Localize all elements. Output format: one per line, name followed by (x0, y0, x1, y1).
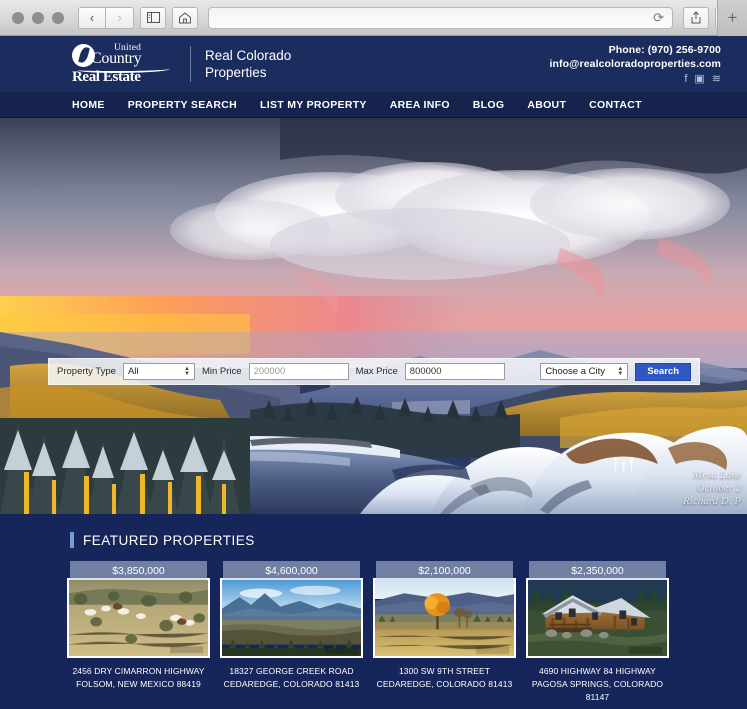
browser-toolbar: ‹ › ⟳ + (0, 0, 747, 36)
sidebar-icon (146, 12, 160, 23)
forward-icon: › (117, 10, 122, 25)
property-type-select[interactable]: All ▲ ▼ (122, 363, 195, 380)
min-price-label: Min Price (201, 366, 242, 377)
back-icon: ‹ (89, 10, 95, 25)
max-price-label: Max Price (355, 366, 398, 377)
featured-properties-heading: FEATURED PROPERTIES (0, 532, 747, 548)
watermark-line2: October 2 (696, 482, 741, 494)
new-tab-button[interactable]: + (717, 0, 747, 36)
property-card[interactable]: $4,600,000 18327 GEORGE CREEK ROAD CEDAR… (220, 561, 363, 704)
property-card[interactable]: $2,100,000 1300 SW 9TH STREET CEDAREDGE,… (373, 561, 516, 704)
property-address: 4690 HIGHWAY 84 HIGHWAY PAGOSA SPRINGS, … (526, 665, 669, 704)
log-cabin-home-photo (528, 580, 667, 656)
browser-window: ‹ › ⟳ + United Country Real Estate Real … (0, 0, 747, 709)
nav-item-blog[interactable]: BLOG (473, 99, 505, 111)
chevron-updown-icon: ▲ ▼ (617, 365, 624, 377)
nav-item-contact[interactable]: CONTACT (589, 99, 642, 111)
max-price-value: 800000 (409, 366, 442, 377)
max-price-input[interactable]: 800000 (404, 363, 505, 380)
forward-button[interactable]: › (106, 6, 134, 29)
minimize-window-button[interactable] (32, 11, 44, 24)
property-thumbnail[interactable] (67, 578, 210, 658)
address-line-1: 18327 GEORGE CREEK ROAD (229, 666, 354, 676)
united-country-logo: United Country Real Estate (72, 43, 176, 85)
hero-banner: Property Type All ▲ ▼ Min Price 200000 Ma… (0, 118, 747, 514)
address-bar[interactable]: ⟳ (208, 6, 673, 29)
rss-icon[interactable]: ≋ (712, 74, 721, 85)
hero-landscape-image (0, 118, 747, 514)
property-type-value: All (127, 366, 139, 377)
nav-item-list-my-property[interactable]: LIST MY PROPERTY (260, 99, 367, 111)
logo-real-estate-text: Real Estate (72, 69, 141, 85)
reload-icon[interactable]: ⟳ (653, 10, 664, 26)
property-price: $2,350,000 (529, 561, 666, 580)
share-button[interactable] (683, 6, 709, 29)
nav-item-home[interactable]: HOME (72, 99, 105, 111)
autumn-tree-field-photo (375, 580, 514, 656)
property-thumbnail[interactable] (526, 578, 669, 658)
city-select[interactable]: Choose a City ▲ ▼ (540, 363, 629, 380)
address-line-1: 1300 SW 9TH STREET (398, 666, 491, 676)
property-card[interactable]: $2,350,000 4690 HIGHWAY 84 HIGHWAY PAGOS… (526, 561, 669, 704)
social-links: f ▣ ≋ (550, 74, 721, 85)
page-title: FEATURED PROPERTIES (83, 532, 255, 548)
photo-credit-watermark: Mesa Lake October 2 Richard D. P (683, 469, 741, 508)
logo-divider (190, 46, 191, 82)
address-line-1: 4690 HIGHWAY 84 HIGHWAY (539, 666, 656, 676)
navigation-buttons: ‹ › (78, 6, 134, 29)
site-name-line1: Real Colorado (205, 48, 292, 63)
phone-number[interactable]: Phone: (970) 256-9700 (550, 43, 721, 57)
city-value: Choose a City (545, 366, 605, 377)
maximize-window-button[interactable] (52, 11, 64, 24)
nav-item-property-search[interactable]: PROPERTY SEARCH (128, 99, 237, 111)
site-name: Real Colorado Properties (205, 47, 291, 81)
property-address: 1300 SW 9TH STREET CEDAREDGE, COLORADO 8… (373, 665, 516, 691)
property-card[interactable]: $3,850,000 2456 DRY CIMARRON HIGHWAY FOL… (67, 561, 210, 704)
property-search-bar: Property Type All ▲ ▼ Min Price 200000 Ma… (48, 358, 700, 385)
facebook-icon[interactable]: f (684, 74, 687, 85)
property-address: 2456 DRY CIMARRON HIGHWAY FOLSOM, NEW ME… (67, 665, 210, 691)
nav-item-area-info[interactable]: AREA INFO (390, 99, 450, 111)
address-line-2: CEDAREDGE, COLORADO 81413 (223, 679, 360, 689)
property-price: $3,850,000 (70, 561, 207, 580)
mountain-vista-photo (222, 580, 361, 656)
property-type-label: Property Type (57, 366, 116, 377)
grassland-antelope-photo (69, 580, 208, 656)
nav-item-about[interactable]: ABOUT (527, 99, 566, 111)
address-line-2: PAGOSA SPRINGS, COLORADO 81147 (531, 679, 664, 702)
property-thumbnail[interactable] (373, 578, 516, 658)
youtube-icon[interactable]: ▣ (694, 74, 704, 85)
min-price-input[interactable]: 200000 (248, 363, 349, 380)
site-header: United Country Real Estate Real Colorado… (0, 36, 747, 92)
back-button[interactable]: ‹ (78, 6, 106, 29)
heading-accent-bar (70, 532, 74, 548)
close-window-button[interactable] (12, 11, 24, 24)
watermark-line1: Mesa Lake (693, 469, 741, 481)
window-controls (6, 11, 72, 24)
sidebar-toggle-button[interactable] (140, 6, 166, 29)
search-button[interactable]: Search (635, 362, 691, 381)
watermark-line3: Richard D. P (683, 495, 741, 507)
home-icon (179, 11, 191, 23)
property-address: 18327 GEORGE CREEK ROAD CEDAREDGE, COLOR… (220, 665, 363, 691)
share-icon (691, 11, 701, 24)
property-thumbnail[interactable] (220, 578, 363, 658)
property-price: $4,600,000 (223, 561, 360, 580)
home-button[interactable] (172, 6, 198, 29)
min-price-value: 200000 (253, 366, 286, 377)
contact-info: Phone: (970) 256-9700 info@realcoloradop… (550, 43, 721, 85)
property-card-list: $3,850,000 2456 DRY CIMARRON HIGHWAY FOL… (0, 561, 747, 704)
property-price: $2,100,000 (376, 561, 513, 580)
main-navigation: HOME PROPERTY SEARCH LIST MY PROPERTY AR… (0, 92, 747, 118)
address-line-2: FOLSOM, NEW MEXICO 88419 (76, 679, 201, 689)
chevron-updown-icon: ▲ ▼ (184, 365, 190, 377)
address-line-1: 2456 DRY CIMARRON HIGHWAY (72, 666, 205, 676)
address-line-2: CEDAREDGE, COLORADO 81413 (376, 679, 513, 689)
site-name-line2: Properties (205, 65, 267, 80)
site-logo[interactable]: United Country Real Estate Real Colorado… (72, 43, 291, 85)
featured-properties-section: FEATURED PROPERTIES $3,850,000 2456 DRY … (0, 514, 747, 709)
new-tab-label: + (727, 8, 738, 27)
email-address[interactable]: info@realcoloradoproperties.com (550, 57, 721, 71)
